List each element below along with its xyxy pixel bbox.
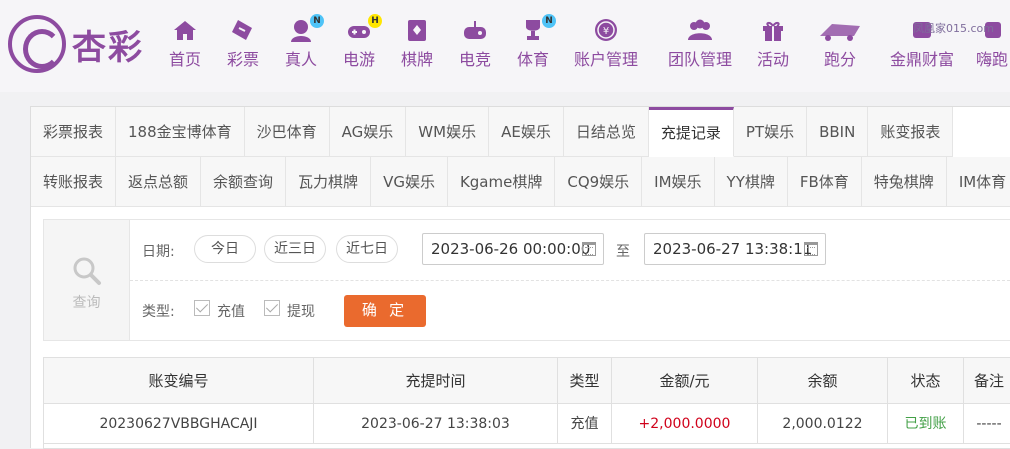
search-icon xyxy=(73,257,101,285)
nav-item-sports[interactable]: N 体育 xyxy=(508,14,558,70)
tab-account-change-report[interactable]: 账变报表 xyxy=(868,107,954,157)
header-amount: 金额/元 xyxy=(612,358,758,404)
tab-cq9[interactable]: CQ9娱乐 xyxy=(555,157,643,207)
cell-balance: 2,000.0122 xyxy=(758,404,888,444)
team-icon xyxy=(687,18,713,42)
start-date-input[interactable]: 2023-06-26 00:00:00 xyxy=(422,233,604,265)
tab-balance-query[interactable]: 余额查询 xyxy=(201,157,287,207)
deposit-checkbox[interactable] xyxy=(194,300,210,316)
ticket-icon xyxy=(230,18,256,42)
cell-time: 2023-06-27 13:38:03 xyxy=(314,404,558,444)
gamepad-icon: H xyxy=(346,14,382,42)
joystick-icon xyxy=(462,18,488,42)
brand-logo[interactable]: 杏彩 xyxy=(8,14,158,74)
nav-item-team[interactable]: 团队管理 xyxy=(662,18,738,70)
nav-item-promo[interactable]: 活动 xyxy=(748,18,798,70)
query-form: 查询 日期: 今日 近三日 近七日 2023-06-26 00:00:00 至 … xyxy=(43,219,1010,341)
tab-wm[interactable]: WM娱乐 xyxy=(406,107,490,157)
top-navbar: 杏彩 首页 彩票 N 真人 H 电游 棋牌 电竞 N 体育 ¥ 账户管理 团队管… xyxy=(0,0,1010,92)
yen-icon: ¥ xyxy=(593,18,619,42)
nav-item-lottery[interactable]: 彩票 xyxy=(218,18,268,70)
tab-im-sports[interactable]: IM体育 xyxy=(946,157,1010,207)
cell-tx-id: 20230627VBBGHACAJI xyxy=(44,404,314,444)
nav-item-chess[interactable]: 棋牌 xyxy=(392,18,442,70)
calendar-icon[interactable] xyxy=(582,242,596,256)
tab-lottery-report[interactable]: 彩票报表 xyxy=(31,107,117,157)
header-tx-id: 账变编号 xyxy=(44,358,314,404)
trophy-icon: N xyxy=(520,14,556,42)
cell-status: 已到账 xyxy=(888,404,964,444)
nav-item-esports[interactable]: 电竞 xyxy=(450,18,500,70)
cards-icon xyxy=(404,18,430,42)
query-side-label: 查询 xyxy=(72,295,101,311)
tab-yy-chess[interactable]: YY棋牌 xyxy=(714,157,788,207)
new-badge: N xyxy=(542,14,556,28)
range-today-button[interactable]: 今日 xyxy=(194,235,256,263)
cell-amount: +2,000.0000 xyxy=(612,404,758,444)
svg-text:¥: ¥ xyxy=(603,26,609,37)
end-date-input[interactable]: 2023-06-27 13:38:11 xyxy=(644,233,826,265)
header-balance: 余额 xyxy=(758,358,888,404)
tab-pt[interactable]: PT娱乐 xyxy=(733,107,808,157)
hot-badge: H xyxy=(368,14,382,28)
range-3days-button[interactable]: 近三日 xyxy=(264,235,326,263)
header-type: 类型 xyxy=(558,358,612,404)
runner-icon xyxy=(818,18,862,42)
header-remark: 备注 xyxy=(964,358,1010,404)
nav-item-live[interactable]: N 真人 xyxy=(276,14,326,70)
new-badge: N xyxy=(310,14,324,28)
type-label: 类型: xyxy=(142,304,175,320)
tab-ae[interactable]: AE娱乐 xyxy=(489,107,564,157)
dealer-icon: N xyxy=(288,14,324,42)
tab-kgame[interactable]: Kgame棋牌 xyxy=(447,157,556,207)
nav-item-account[interactable]: ¥ 账户管理 xyxy=(568,18,644,70)
query-side: 查询 xyxy=(44,220,130,340)
header-status: 状态 xyxy=(888,358,964,404)
tab-ag[interactable]: AG娱乐 xyxy=(329,107,407,157)
confirm-button[interactable]: 确 定 xyxy=(344,295,426,327)
tab-saba-sports[interactable]: 沙巴体育 xyxy=(244,107,330,157)
tab-rebate-total[interactable]: 返点总额 xyxy=(116,157,202,207)
tab-188-sports[interactable]: 188金宝博体育 xyxy=(116,107,245,157)
nav-item-paofen[interactable]: 跑分 xyxy=(812,18,868,70)
withdraw-checkbox-label[interactable]: 提现 xyxy=(287,301,315,321)
logo-emblem-icon xyxy=(8,15,66,73)
deposit-checkbox-label[interactable]: 充值 xyxy=(217,301,245,321)
nav-item-home[interactable]: 首页 xyxy=(160,18,210,70)
tab-tetu-chess[interactable]: 特兔棋牌 xyxy=(861,157,947,207)
tab-transfer-report[interactable]: 转账报表 xyxy=(31,157,117,207)
nav-item-slots[interactable]: H 电游 xyxy=(334,14,384,70)
tab-deposit-withdraw-records[interactable]: 充提记录 xyxy=(648,107,734,157)
report-tabs: 彩票报表 188金宝博体育 沙巴体育 AG娱乐 WM娱乐 AE娱乐 日结总览 充… xyxy=(31,107,1010,207)
calendar-icon[interactable] xyxy=(804,242,818,256)
withdraw-checkbox[interactable] xyxy=(264,300,280,316)
tab-row-1: 彩票报表 188金宝博体育 沙巴体育 AG娱乐 WM娱乐 AE娱乐 日结总览 充… xyxy=(31,107,954,157)
header-time: 充提时间 xyxy=(314,358,558,404)
tab-wali-chess[interactable]: 瓦力棋牌 xyxy=(286,157,372,207)
range-7days-button[interactable]: 近七日 xyxy=(336,235,398,263)
tab-vg[interactable]: VG娱乐 xyxy=(371,157,448,207)
tab-daily-summary[interactable]: 日结总览 xyxy=(563,107,649,157)
to-label: 至 xyxy=(616,244,630,260)
records-table: 账变编号 充提时间 类型 金额/元 余额 状态 备注 20230627VBBGH… xyxy=(43,357,1010,449)
cell-remark: ----- xyxy=(964,404,1010,444)
form-divider xyxy=(130,280,1010,281)
site-watermark: 凤凰家015.com xyxy=(913,22,994,35)
home-icon xyxy=(172,18,198,42)
cell-type: 充值 xyxy=(558,404,612,444)
logo-text: 杏彩 xyxy=(72,27,144,68)
tab-bbin[interactable]: BBIN xyxy=(807,107,869,157)
gift-icon xyxy=(760,18,786,42)
tab-row-2: 转账报表 返点总额 余额查询 瓦力棋牌 VG娱乐 Kgame棋牌 CQ9娱乐 I… xyxy=(31,157,1010,207)
tab-fb-sports[interactable]: FB体育 xyxy=(787,157,862,207)
report-panel: 彩票报表 188金宝博体育 沙巴体育 AG娱乐 WM娱乐 AE娱乐 日结总览 充… xyxy=(30,106,1010,449)
date-label: 日期: xyxy=(142,244,175,260)
tab-im[interactable]: IM娱乐 xyxy=(642,157,715,207)
